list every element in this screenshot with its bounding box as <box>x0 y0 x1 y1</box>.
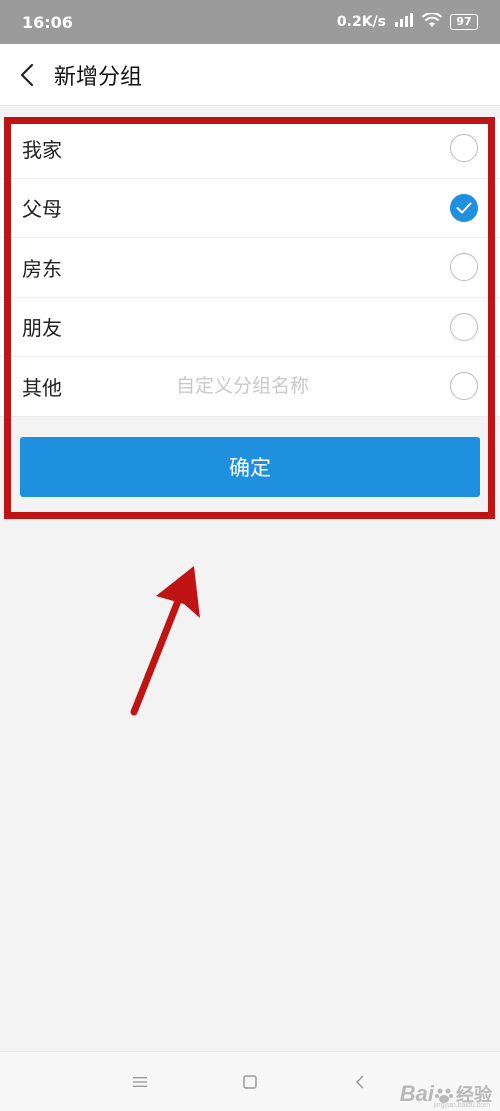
radio-checked-icon[interactable] <box>450 193 478 222</box>
status-time: 16:06 <box>22 12 73 32</box>
radio-icon[interactable] <box>450 253 478 282</box>
checkmark-icon <box>456 202 472 214</box>
group-label: 房东 <box>22 256 62 281</box>
radio-icon[interactable] <box>450 372 478 401</box>
menu-icon[interactable] <box>126 1068 154 1096</box>
group-option-fumu[interactable]: 父母 <box>0 179 500 238</box>
group-label: 其他 <box>22 375 62 400</box>
status-bar: 16:06 0.2K/s 97 <box>0 0 500 44</box>
signal-icon <box>394 13 414 31</box>
confirm-button[interactable]: 确定 <box>20 436 480 497</box>
home-icon[interactable] <box>236 1068 264 1096</box>
status-indicators: 0.2K/s 97 <box>336 11 478 32</box>
group-label: 朋友 <box>22 316 62 341</box>
radio-icon[interactable] <box>450 312 478 341</box>
group-option-wojia[interactable]: 我家 <box>0 119 500 179</box>
group-label: 父母 <box>22 197 62 222</box>
confirm-section: 确定 <box>0 416 500 511</box>
annotation-arrow-icon <box>130 566 200 716</box>
back-button[interactable] <box>0 44 54 106</box>
watermark-brand: Bai <box>399 1081 434 1106</box>
wifi-icon <box>421 11 443 32</box>
app-header: 新增分组 <box>0 44 500 106</box>
page-title: 新增分组 <box>54 64 143 90</box>
group-list: 我家 父母 房东 朋友 其他 确定 <box>0 119 500 511</box>
system-nav-bar: Bai 经验 jingyan.baidu.com <box>0 1051 500 1111</box>
group-option-fangdong[interactable]: 房东 <box>0 238 500 298</box>
radio-icon[interactable] <box>450 134 478 163</box>
watermark-logo: Bai 经验 jingyan.baidu.com <box>399 1081 492 1110</box>
group-label: 我家 <box>22 137 62 162</box>
watermark-url: jingyan.baidu.com <box>433 1102 490 1109</box>
battery-icon: 97 <box>450 14 478 30</box>
chevron-left-icon <box>20 63 34 86</box>
network-speed: 0.2K/s <box>336 14 386 30</box>
custom-group-name-input[interactable] <box>176 375 478 398</box>
group-option-pengyou[interactable]: 朋友 <box>0 298 500 357</box>
back-icon[interactable] <box>346 1068 374 1096</box>
group-option-qita[interactable]: 其他 <box>0 357 500 417</box>
